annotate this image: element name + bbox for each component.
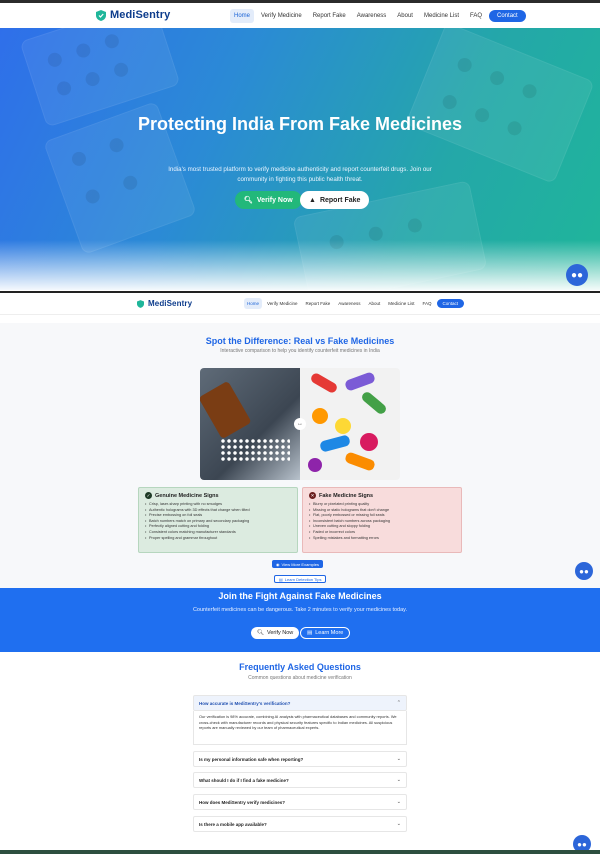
brand-name: MediSentry <box>110 9 171 21</box>
faq-question-text: How does MediSentry verify medicines? <box>199 799 286 805</box>
genuine-signs-title: Genuine Medicine Signs <box>155 492 219 499</box>
genuine-signs-card: ✓ Genuine Medicine Signs Crisp, laser-sh… <box>138 487 298 553</box>
nav-home[interactable]: Home <box>244 298 263 309</box>
fake-signs-card: ✕ Fake Medicine Signs Blurry or pixelate… <box>302 487 462 553</box>
nav-report-fake[interactable]: Report Fake <box>309 9 350 23</box>
shield-icon <box>137 299 144 308</box>
nav-about[interactable]: About <box>393 9 417 23</box>
faq-subtitle: Common questions about medicine verifica… <box>248 675 352 681</box>
comparison-slider[interactable]: ↔ <box>200 368 400 480</box>
book-icon: ▤ <box>279 576 283 582</box>
shield-icon <box>96 9 106 21</box>
nav-medicine-list[interactable]: Medicine List <box>385 298 417 309</box>
fake-medicine-image <box>300 368 400 480</box>
faq-question-text: Is my personal information safe when rep… <box>199 756 304 762</box>
search-icon: 🔍︎ <box>244 197 253 204</box>
sticky-navbar: MediSentry Home Verify Medicine Report F… <box>0 291 600 315</box>
hero-title: Protecting India From Fake Medicines <box>137 114 463 134</box>
check-icon: ✓ <box>145 492 152 499</box>
nav-links-small: Home Verify Medicine Report Fake Awarene… <box>244 298 465 309</box>
nav-report-fake[interactable]: Report Fake <box>303 298 334 309</box>
faq-question[interactable]: What should I do if I find a fake medici… <box>193 772 407 788</box>
hero-section: Protecting India From Fake Medicines Ind… <box>0 28 600 290</box>
nav-awareness[interactable]: Awareness <box>335 298 363 309</box>
nav-faq[interactable]: FAQ <box>466 9 486 23</box>
nav-about[interactable]: About <box>365 298 383 309</box>
join-verify-button[interactable]: 🔍︎ Verify Now <box>251 627 300 639</box>
main-navbar: MediSentry Home Verify Medicine Report F… <box>0 3 600 28</box>
list-item: Spelling mistakes and formatting errors <box>309 536 455 542</box>
faq-question-open[interactable]: How accurate is MediSentry's verificatio… <box>193 695 407 711</box>
report-fake-button[interactable]: ▲ Report Fake <box>300 191 370 209</box>
nav-links: Home Verify Medicine Report Fake Awarene… <box>230 9 526 23</box>
verify-now-label: Verify Now <box>256 196 293 204</box>
verify-now-button[interactable]: 🔍︎ Verify Now <box>235 191 302 209</box>
cross-icon: ✕ <box>309 492 316 499</box>
nav-faq[interactable]: FAQ <box>420 298 435 309</box>
chevron-down-icon: ⌄ <box>396 777 401 783</box>
faq-title: Frequently Asked Questions <box>239 662 361 672</box>
faq-question[interactable]: Is my personal information safe when rep… <box>193 751 407 767</box>
faq-question-text: What should I do if I find a fake medici… <box>199 777 289 783</box>
list-item: Proper spelling and grammar throughout <box>145 536 291 542</box>
contact-button[interactable]: Contact <box>489 10 526 22</box>
nav-medicine-list[interactable]: Medicine List <box>420 9 463 23</box>
nav-verify-medicine[interactable]: Verify Medicine <box>264 298 301 309</box>
nav-awareness[interactable]: Awareness <box>353 9 391 23</box>
nav-verify-medicine[interactable]: Verify Medicine <box>257 9 306 23</box>
view-more-label: View More Examples <box>281 561 320 567</box>
warning-icon: ▲ <box>309 196 316 204</box>
join-verify-label: Verify Now <box>266 630 294 636</box>
faq-question-text: Is there a mobile app available? <box>199 821 267 827</box>
hero-bottom-fade <box>0 240 600 290</box>
chevron-down-icon: ⌄ <box>396 821 401 827</box>
faq-answer: Our verification is 98% accurate, combin… <box>193 711 407 745</box>
chevron-down-icon: ⌄ <box>396 799 401 805</box>
join-section: Join the Fight Against Fake Medicines Co… <box>0 588 600 652</box>
compare-subtitle: Interactive comparison to help you ident… <box>220 348 380 354</box>
brand-logo[interactable]: MediSentry <box>96 9 170 21</box>
faq-question-text: How accurate is MediSentry's verificatio… <box>199 700 291 706</box>
book-icon: ▤ <box>307 630 313 636</box>
learn-more-label: Learn More <box>315 630 344 636</box>
fake-signs-title: Fake Medicine Signs <box>319 492 374 499</box>
hero-subtitle: India's most trusted platform to verify … <box>168 166 432 183</box>
faq-question[interactable]: Is there a mobile app available? ⌄ <box>193 816 407 832</box>
faq-question[interactable]: How does MediSentry verify medicines? ⌄ <box>193 794 407 810</box>
compare-section: Spot the Difference: Real vs Fake Medici… <box>0 323 600 588</box>
eye-icon: ◉ <box>276 561 280 567</box>
learn-more-button[interactable]: ▤ Learn More <box>300 627 351 639</box>
compare-title: Spot the Difference: Real vs Fake Medici… <box>205 336 395 346</box>
view-more-examples-button[interactable]: ◉ View More Examples <box>272 560 323 568</box>
slider-handle[interactable]: ↔ <box>294 418 306 430</box>
chatbot-robot-icon[interactable]: ●● <box>575 562 593 580</box>
search-icon: 🔍︎ <box>257 630 264 636</box>
chevron-up-icon: ⌃ <box>396 700 401 706</box>
contact-button[interactable]: Contact <box>436 299 465 308</box>
brand-logo-small[interactable]: MediSentry <box>137 299 192 308</box>
genuine-medicine-image <box>200 368 300 480</box>
join-title: Join the Fight Against Fake Medicines <box>218 591 382 601</box>
nav-home[interactable]: Home <box>230 9 255 23</box>
page-bottom-bar <box>0 850 600 854</box>
learn-detection-tips-button[interactable]: ▤ Learn Detection Tips <box>274 575 327 583</box>
join-text: Counterfeit medicines can be dangerous. … <box>192 607 408 613</box>
chevron-down-icon: ⌄ <box>396 756 401 762</box>
brand-name: MediSentry <box>148 299 193 308</box>
blister-pack-decoration <box>405 28 595 184</box>
learn-tips-label: Learn Detection Tips <box>284 576 322 582</box>
chatbot-robot-icon[interactable]: ●● <box>566 264 588 286</box>
report-fake-label: Report Fake <box>319 196 361 204</box>
